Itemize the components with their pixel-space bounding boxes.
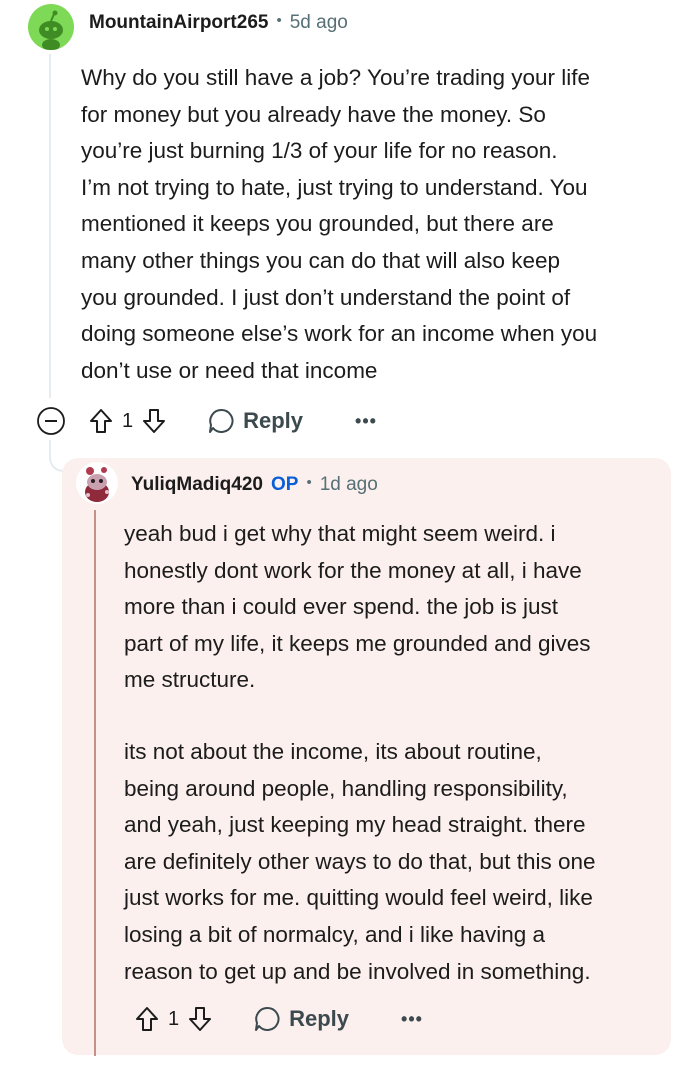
comment-bubble-icon — [207, 407, 235, 435]
reply-line: reason to get up and be involved in some… — [124, 958, 591, 984]
op-badge: OP — [270, 474, 299, 495]
comment-header: MountainAirport265 • 5d ago — [89, 12, 348, 34]
comment-line: don’t use or need that income — [81, 357, 378, 383]
comment-bubble-icon — [253, 1005, 281, 1033]
avatar[interactable] — [28, 4, 74, 50]
collapse-icon[interactable] — [36, 406, 66, 436]
comment-actions: 1 Reply ••• — [36, 406, 377, 436]
avatar[interactable] — [76, 462, 118, 504]
more-options-icon[interactable]: ••• — [401, 1009, 423, 1030]
vote-score: 1 — [122, 409, 134, 432]
comment-line: doing someone else’s work for an income … — [81, 321, 598, 347]
separator-dot: • — [276, 11, 282, 29]
reply-line: just works for me. quitting would feel w… — [124, 885, 593, 911]
reply-label: Reply — [243, 408, 304, 433]
comment-line: I’m not trying to hate, just trying to u… — [81, 174, 588, 200]
comment-time[interactable]: 5d ago — [290, 12, 348, 34]
reply-label: Reply — [289, 1006, 350, 1031]
separator-dot: • — [306, 473, 312, 491]
upvote-icon[interactable] — [134, 1005, 160, 1033]
reply-line: honestly dont work for the money at all,… — [124, 557, 582, 583]
comment-username[interactable]: MountainAirport265 — [89, 12, 268, 34]
reply-button[interactable]: Reply — [253, 1005, 349, 1033]
comment-line: you’re just burning 1/3 of your life for… — [81, 138, 558, 164]
reply-line: part of my life, it keeps me grounded an… — [124, 630, 591, 656]
reply-header: YuliqMadiq420 OP • 1d ago — [131, 474, 378, 496]
reply-body: yeah bud i get why that might seem weird… — [124, 516, 684, 990]
snoo-avatar-icon — [39, 10, 63, 50]
reply-line: losing a bit of normalcy, and i like hav… — [124, 921, 546, 947]
reply-line: its not about the income, its about rout… — [124, 738, 542, 764]
reply-line: and yeah, just keeping my head straight.… — [124, 812, 586, 838]
more-options-icon[interactable]: ••• — [355, 411, 377, 432]
upvote-icon[interactable] — [88, 407, 114, 435]
vote-score: 1 — [168, 1007, 180, 1030]
downvote-icon[interactable] — [141, 407, 167, 435]
reply-time[interactable]: 1d ago — [320, 474, 378, 496]
thread-line — [49, 54, 51, 398]
comment-line: Why do you still have a job? You’re trad… — [81, 65, 591, 90]
reply-button[interactable]: Reply — [207, 407, 303, 435]
comment-line: many other things you can do that will a… — [81, 247, 561, 273]
comment-line: mentioned it keeps you grounded, but the… — [81, 211, 554, 237]
custom-avatar-icon — [85, 467, 109, 502]
reply-actions: 1 Reply ••• — [134, 1005, 423, 1033]
reply-line: being around people, handling responsibi… — [124, 775, 568, 801]
comment-line: you grounded. I just don’t understand th… — [81, 284, 571, 310]
downvote-icon[interactable] — [187, 1005, 213, 1033]
reply-line: yeah bud i get why that might seem weird… — [124, 521, 556, 546]
reply-username[interactable]: YuliqMadiq420 — [131, 474, 263, 496]
reply-line: are definitely other ways to do that, bu… — [124, 848, 596, 874]
reply-line: more than i could ever spend. the job is… — [124, 594, 558, 620]
reply-thread-bar — [94, 510, 96, 1056]
reply-line: me structure. — [124, 667, 256, 693]
comment-body: Why do you still have a job? You’re trad… — [81, 60, 681, 389]
comment-line: for money but you already have the money… — [81, 101, 546, 127]
